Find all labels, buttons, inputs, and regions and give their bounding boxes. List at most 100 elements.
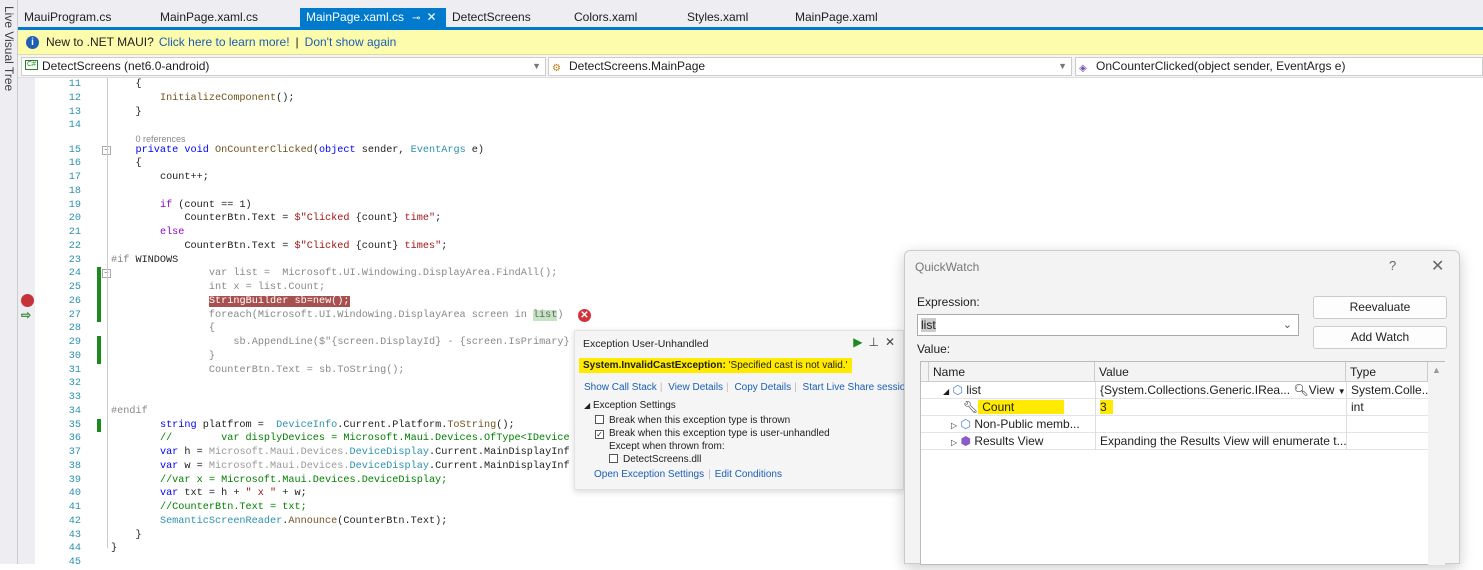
watch-row[interactable]: 🔧︎ Count 3 int: [921, 399, 1428, 416]
chevron-down-icon[interactable]: ▼: [1338, 387, 1346, 396]
live-visual-tree-panel[interactable]: Live Visual Tree: [0, 0, 18, 564]
vertical-scrollbar[interactable]: ▲: [1428, 362, 1445, 565]
code-line[interactable]: #if WINDOWS: [111, 254, 178, 268]
code-line[interactable]: //var x = Microsoft.Maui.Devices.DeviceD…: [160, 474, 447, 488]
code-line[interactable]: StringBuilder sb=new();: [208, 295, 350, 309]
code-token: int x = list.Count;: [208, 282, 326, 293]
line-number: 27: [68, 309, 81, 321]
code-line[interactable]: var txt = h + " x " + w;: [160, 487, 307, 501]
pin-icon[interactable]: ⊥: [868, 335, 878, 349]
start-live-share-link[interactable]: Start Live Share session: [803, 382, 911, 393]
code-line[interactable]: sb.AppendLine($"{screen.DisplayId} - {sc…: [233, 336, 569, 350]
tab-mainpage-xaml-cs[interactable]: MainPage.xaml.cs: [142, 8, 300, 27]
code-line[interactable]: if (count == 1): [160, 199, 252, 213]
project-dropdown[interactable]: C# DetectScreens (net6.0-android) ▼: [21, 57, 546, 76]
close-icon[interactable]: ✕: [885, 335, 895, 349]
continue-icon[interactable]: ▶: [853, 335, 862, 349]
watch-row[interactable]: ◢ ⬡ list {System.Collections.Generic.IRe…: [921, 382, 1428, 399]
code-line[interactable]: //CounterBtn.Text = txt;: [160, 501, 307, 515]
code-token: string: [159, 419, 197, 431]
code-token: var: [159, 447, 179, 458]
execution-pointer-icon[interactable]: ⇨: [21, 308, 31, 322]
column-type[interactable]: Type: [1346, 362, 1428, 382]
code-line[interactable]: {: [135, 78, 141, 92]
watch-row[interactable]: ▷ ⬡ Non-Public memb...: [921, 416, 1428, 433]
code-line[interactable]: else: [160, 226, 184, 240]
code-line[interactable]: var h = Microsoft.Maui.Devices.DeviceDis…: [160, 446, 570, 460]
exception-settings-header[interactable]: ◢ Exception Settings: [584, 400, 676, 411]
show-call-stack-link[interactable]: Show Call Stack: [584, 382, 657, 393]
tab-label: MauiProgram.cs: [24, 10, 112, 24]
expanded-triangle-icon[interactable]: ◢: [943, 387, 949, 396]
edit-conditions-link[interactable]: Edit Conditions: [715, 469, 782, 480]
pin-icon[interactable]: ⊸: [412, 13, 420, 24]
code-token: //CounterBtn.Text = txt;: [159, 502, 307, 513]
code-line[interactable]: // var displyDevices = Microsoft.Maui.De…: [160, 432, 570, 446]
row-type: System.Colle...: [1346, 382, 1428, 399]
live-visual-tree-label[interactable]: Live Visual Tree: [2, 6, 16, 91]
code-line[interactable]: CounterBtn.Text = $"Clicked {count} time…: [184, 240, 447, 254]
view-details-link[interactable]: View Details: [668, 382, 723, 393]
code-line[interactable]: CounterBtn.Text = $"Clicked {count} time…: [184, 212, 441, 226]
module-checkbox[interactable]: DetectScreens.dll: [609, 454, 701, 465]
type-dropdown[interactable]: ⚙ DetectScreens.MainPage ▼: [548, 57, 1072, 76]
code-line[interactable]: CounterBtn.Text = sb.ToString();: [209, 364, 405, 378]
break-unhandled-checkbox[interactable]: ✓ Break when this exception type is user-…: [595, 428, 830, 439]
tab-detectscreens[interactable]: DetectScreens: [446, 8, 568, 27]
code-line[interactable]: }: [135, 106, 141, 120]
tab-styles-xaml[interactable]: Styles.xaml: [681, 8, 789, 27]
dont-show-again-link[interactable]: Don't show again: [305, 35, 397, 49]
code-line[interactable]: {: [209, 322, 215, 336]
add-watch-button[interactable]: Add Watch: [1313, 326, 1447, 349]
magnifier-icon[interactable]: 🔍︎: [1293, 383, 1308, 397]
code-line[interactable]: int x = list.Count;: [209, 281, 325, 295]
learn-more-link[interactable]: Click here to learn more!: [159, 35, 290, 49]
chevron-down-icon[interactable]: ⌄: [1283, 315, 1292, 335]
close-tab-icon[interactable]: ✕: [426, 10, 436, 24]
tab-mainpage-xaml[interactable]: MainPage.xaml: [789, 8, 920, 27]
tab-mainpage-xaml-cs-active[interactable]: MainPage.xaml.cs ⊸ ✕: [300, 8, 446, 27]
reevaluate-button[interactable]: Reevaluate: [1313, 296, 1447, 319]
column-value[interactable]: Value: [1095, 362, 1346, 382]
member-dropdown[interactable]: ◈ OnCounterClicked(object sender, EventAr…: [1075, 57, 1483, 76]
code-line[interactable]: SemanticScreenReader.Announce(CounterBtn…: [160, 515, 447, 529]
code-token: Microsoft.Maui.Devices.: [208, 460, 350, 472]
open-exception-settings-link[interactable]: Open Exception Settings: [594, 469, 704, 480]
close-icon[interactable]: ✕: [1431, 256, 1444, 276]
code-line[interactable]: foreach(Microsoft.UI.Windowing.DisplayAr…: [209, 309, 564, 323]
code-token: var: [159, 488, 179, 500]
code-line[interactable]: }: [135, 529, 141, 543]
break-thrown-checkbox[interactable]: Break when this exception type is thrown: [595, 415, 790, 426]
copy-details-link[interactable]: Copy Details: [734, 382, 791, 393]
code-line[interactable]: InitializeComponent();: [160, 92, 295, 106]
view-button[interactable]: View: [1309, 383, 1335, 397]
watch-row[interactable]: ▷ ⬢ Results View Expanding the Results V…: [921, 433, 1428, 450]
line-number: 44: [68, 543, 81, 555]
codelens-references[interactable]: 0 references: [135, 134, 185, 144]
exception-type: System.InvalidCastException:: [583, 360, 726, 371]
code-line[interactable]: var w = Microsoft.Maui.Devices.DeviceDis…: [160, 460, 570, 474]
code-line[interactable]: private void OnCounterClicked(object sen…: [135, 144, 484, 158]
code-line[interactable]: }: [111, 542, 117, 556]
code-token: time": [398, 213, 436, 225]
line-number: 15: [68, 144, 81, 156]
code-line[interactable]: count++;: [160, 171, 209, 185]
chevron-down-icon: ▼: [532, 61, 541, 71]
collapsed-triangle-icon[interactable]: ▷: [951, 421, 957, 430]
code-line[interactable]: var list = Microsoft.UI.Windowing.Displa…: [209, 267, 557, 281]
line-number: 38: [68, 460, 81, 472]
expression-input[interactable]: list ⌄: [917, 314, 1299, 336]
code-line[interactable]: }: [209, 350, 215, 364]
method-icon: ◈: [1079, 63, 1087, 74]
tab-mauiprogram[interactable]: MauiProgram.cs: [18, 8, 142, 27]
collapsed-triangle-icon[interactable]: ▷: [951, 438, 957, 447]
tab-colors-xaml[interactable]: Colors.xaml: [568, 8, 681, 27]
code-token: }: [135, 529, 142, 541]
help-button[interactable]: ?: [1389, 258, 1396, 273]
code-line[interactable]: {: [135, 157, 141, 171]
breakpoint-icon[interactable]: [21, 294, 34, 307]
column-name[interactable]: Name: [929, 362, 1095, 382]
scroll-up-icon[interactable]: ▲: [1432, 365, 1441, 375]
code-line[interactable]: #endif: [111, 405, 148, 419]
code-line[interactable]: string platfrom = DeviceInfo.Current.Pla…: [160, 419, 515, 433]
